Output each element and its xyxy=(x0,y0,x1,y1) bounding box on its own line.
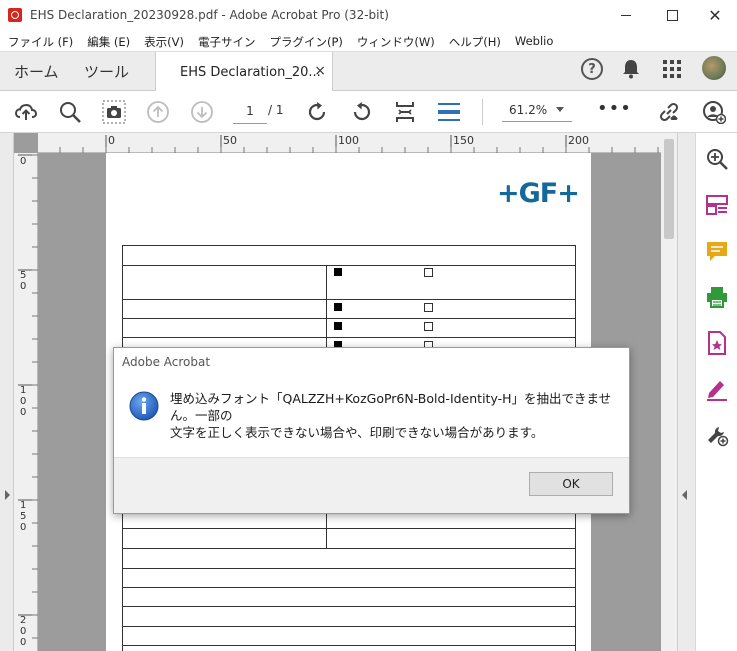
ruler-label: 0 xyxy=(20,522,27,533)
gf-logo: +GF+ xyxy=(497,178,580,209)
ruler-label: 1 xyxy=(20,385,27,396)
table-row-line xyxy=(122,645,576,646)
dialog-message: 埋め込みフォント「QALZZH+KozGoPr6N-Bold-Identity-… xyxy=(170,391,612,440)
ruler-label: 0 xyxy=(20,396,27,407)
horizontal-ruler: 0 50 100 150 200 xyxy=(38,133,661,153)
ruler-label: 0 xyxy=(20,156,27,167)
page-number-input[interactable] xyxy=(233,99,267,124)
minimize-button[interactable] xyxy=(603,0,649,31)
ruler-label: 0 xyxy=(20,281,27,292)
search-icon[interactable] xyxy=(58,100,82,124)
right-panel-toggle[interactable] xyxy=(677,133,695,651)
checkbox-checked xyxy=(334,322,342,330)
page-total-label: / 1 xyxy=(268,103,284,117)
menu-e-sign[interactable]: 電子サイン xyxy=(190,31,262,51)
menu-file[interactable]: ファイル (F) xyxy=(0,31,79,51)
table-col-line xyxy=(326,510,327,548)
ruler-label: 0 xyxy=(20,626,27,637)
checkbox-unchecked xyxy=(424,322,433,331)
table-row-line xyxy=(122,318,576,319)
collapse-right-panel-icon[interactable] xyxy=(682,490,687,500)
rotate-clockwise-icon[interactable] xyxy=(305,100,329,124)
menu-bar: ファイル (F) 編集 (E) 表示(V) 電子サイン プラグイン(P) ウィン… xyxy=(0,31,737,51)
table-row-line xyxy=(122,528,576,529)
ruler-label: 150 xyxy=(453,134,474,147)
rotate-counterclockwise-icon[interactable] xyxy=(350,100,374,124)
menu-view[interactable]: 表示(V) xyxy=(136,31,190,51)
ruler-label: 50 xyxy=(223,134,237,147)
checkbox-unchecked xyxy=(424,268,433,277)
table-row-line xyxy=(122,548,576,549)
more-tools-icon[interactable] xyxy=(705,423,729,447)
menu-weblio[interactable]: Weblio xyxy=(507,31,560,51)
ruler-label: 5 xyxy=(20,270,27,281)
checkbox-checked xyxy=(334,268,342,276)
checkbox-unchecked xyxy=(424,303,433,312)
print-production-icon[interactable] xyxy=(705,285,729,309)
table-col-line xyxy=(326,265,327,355)
scrolling-mode-icon[interactable] xyxy=(437,100,461,124)
fill-and-sign-icon[interactable] xyxy=(705,377,729,401)
dialog-title: Adobe Acrobat xyxy=(122,355,211,369)
comment-icon[interactable] xyxy=(705,239,729,263)
ruler-label: 100 xyxy=(338,134,359,147)
left-panel-toggle[interactable] xyxy=(0,133,14,651)
menu-help[interactable]: ヘルプ(H) xyxy=(441,31,507,51)
maximize-button[interactable] xyxy=(649,0,695,31)
more-options-icon[interactable]: ••• xyxy=(597,100,632,118)
ruler-label: 2 xyxy=(20,615,27,626)
ruler-label: 200 xyxy=(568,134,589,147)
menu-edit[interactable]: 編集 (E) xyxy=(79,31,136,51)
ruler-label: 1 xyxy=(20,500,27,511)
chevron-down-icon[interactable] xyxy=(556,107,564,112)
apps-icon[interactable] xyxy=(663,60,681,78)
table-row-line xyxy=(122,626,576,627)
toolbar-divider xyxy=(482,99,483,125)
scrollbar-thumb[interactable] xyxy=(664,139,674,239)
next-page-icon[interactable] xyxy=(190,100,214,124)
organize-pages-icon[interactable] xyxy=(705,193,729,217)
acrobat-app-icon xyxy=(8,8,22,22)
ok-button[interactable]: OK xyxy=(529,472,613,496)
share-link-icon[interactable] xyxy=(657,100,681,124)
expand-left-panel-icon[interactable] xyxy=(5,490,10,500)
table-row-line xyxy=(122,299,576,300)
snapshot-camera-icon[interactable] xyxy=(102,100,126,124)
table-row-line xyxy=(122,568,576,569)
table-row-line xyxy=(122,587,576,588)
table-row-line xyxy=(122,245,576,246)
add-user-icon[interactable] xyxy=(702,100,726,124)
zoom-value: 61.2% xyxy=(509,103,548,117)
close-icon: ✕ xyxy=(708,5,722,25)
help-icon[interactable]: ? xyxy=(581,58,603,80)
table-row-line xyxy=(122,606,576,607)
menu-plugins[interactable]: プラグイン(P) xyxy=(262,31,349,51)
create-pdf-icon[interactable] xyxy=(705,331,729,355)
previous-page-icon[interactable] xyxy=(146,100,170,124)
ruler-label: 0 xyxy=(108,134,115,147)
ruler-label: 5 xyxy=(20,511,27,522)
vertical-ruler: 0 5 0 1 0 0 1 5 0 2 0 0 xyxy=(14,153,38,651)
ruler-label: 0 xyxy=(20,637,27,648)
enhance-scan-icon[interactable] xyxy=(705,147,729,171)
info-icon xyxy=(129,391,159,421)
tab-document[interactable]: EHS Declaration_20... × xyxy=(155,52,333,92)
window-title: EHS Declaration_20230928.pdf - Adobe Acr… xyxy=(30,8,389,22)
tab-tools[interactable]: ツール xyxy=(84,52,129,91)
menu-window[interactable]: ウィンドウ(W) xyxy=(349,31,441,51)
minimize-icon xyxy=(621,15,631,16)
fit-page-icon[interactable] xyxy=(393,100,417,124)
tab-document-label: EHS Declaration_20... xyxy=(180,64,321,80)
close-window-button[interactable]: ✕ xyxy=(692,0,737,31)
checkbox-checked xyxy=(334,303,342,311)
tab-home[interactable]: ホーム xyxy=(14,52,59,91)
bell-icon[interactable] xyxy=(622,59,640,79)
avatar[interactable] xyxy=(702,56,726,80)
tab-close-icon[interactable]: × xyxy=(314,63,326,79)
table-row-line xyxy=(122,337,576,338)
ruler-label: 0 xyxy=(20,407,27,418)
maximize-icon xyxy=(666,10,678,21)
cloud-upload-icon[interactable] xyxy=(14,100,38,124)
table-row-line xyxy=(122,265,576,266)
